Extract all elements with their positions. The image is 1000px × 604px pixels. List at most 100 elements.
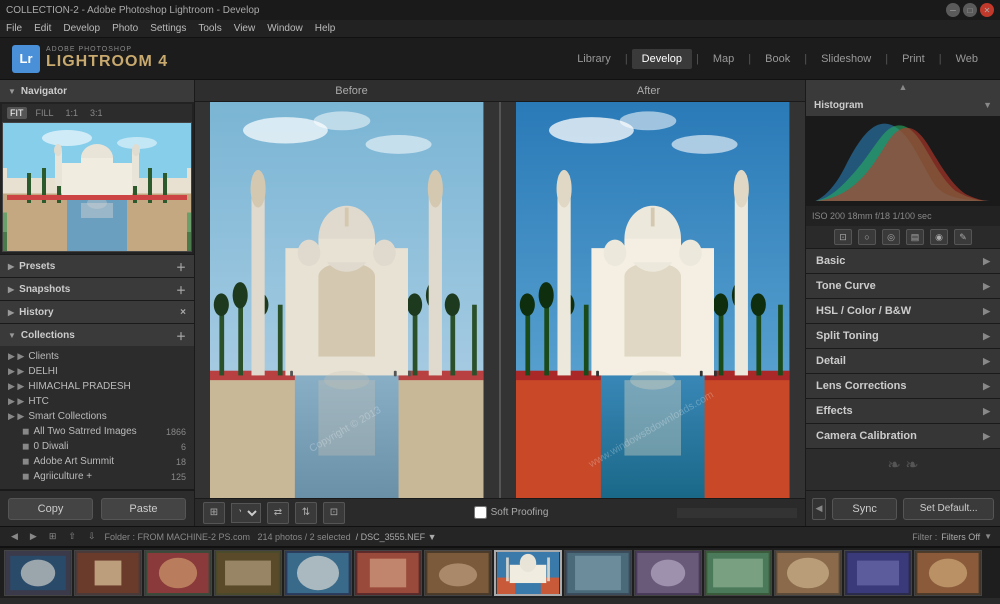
filter-value[interactable]: Filters Off <box>941 532 980 542</box>
film-thumb-6[interactable] <box>354 550 422 596</box>
collection-item-smart[interactable]: ▶ ▶ Smart Collections <box>0 409 194 424</box>
tab-library[interactable]: Library <box>567 49 621 69</box>
crop-overlay-button[interactable]: ⊡ <box>323 502 345 524</box>
history-section: ▶ History × <box>0 301 194 324</box>
effects-header[interactable]: Effects ▶ <box>806 399 1000 423</box>
tab-book[interactable]: Book <box>755 49 800 69</box>
navigator-header[interactable]: ▼ Navigator <box>0 80 194 102</box>
film-thumb-12[interactable] <box>774 550 842 596</box>
collection-item-htc[interactable]: ▶ ▶ HTC <box>0 394 194 409</box>
filmstrip-up[interactable]: ⇧ <box>65 530 79 543</box>
red-eye-tool[interactable]: ◎ <box>882 229 900 245</box>
filter-expand[interactable]: ▼ <box>984 532 992 541</box>
history-close-button[interactable]: × <box>180 307 186 318</box>
menu-window[interactable]: Window <box>267 23 303 34</box>
menu-photo[interactable]: Photo <box>112 23 138 34</box>
tab-map[interactable]: Map <box>703 49 744 69</box>
soft-proofing-checkbox[interactable] <box>474 506 487 519</box>
menu-develop[interactable]: Develop <box>63 23 100 34</box>
collection-item-himachal[interactable]: ▶ ▶ HIMACHAL PRADESH <box>0 379 194 394</box>
maximize-button[interactable]: □ <box>963 3 977 17</box>
navigator-fit-bar: FIT FILL 1:1 3:1 <box>2 104 192 122</box>
tab-slideshow[interactable]: Slideshow <box>811 49 881 69</box>
sync-button[interactable]: Sync <box>832 498 897 520</box>
before-after-swap-button[interactable]: ⇄ <box>267 502 289 524</box>
collection-item-starred[interactable]: ◼ All Two Satrred Images 1866 <box>0 424 194 439</box>
spot-removal-tool[interactable]: ○ <box>858 229 876 245</box>
menu-view[interactable]: View <box>234 23 256 34</box>
lens-corrections-title: Lens Corrections <box>816 380 906 392</box>
snapshots-add-button[interactable]: ＋ <box>176 282 186 297</box>
paste-button[interactable]: Paste <box>101 498 186 520</box>
tab-print[interactable]: Print <box>892 49 935 69</box>
fit-option-3-1[interactable]: 3:1 <box>87 107 106 119</box>
collection-item-agriculture[interactable]: ◼ Agriiculture + 125 <box>0 469 194 484</box>
camera-calibration-header[interactable]: Camera Calibration ▶ <box>806 424 1000 448</box>
menu-help[interactable]: Help <box>315 23 336 34</box>
split-toning-header[interactable]: Split Toning ▶ <box>806 324 1000 348</box>
brand-name: LIGHTROOM 4 <box>46 53 168 71</box>
ba-view-select[interactable]: Y|Y Y/Y <box>231 503 261 523</box>
collection-item-adobe-art[interactable]: ◼ Adobe Art Summit 18 <box>0 454 194 469</box>
fit-option-fit[interactable]: FIT <box>7 107 27 119</box>
adjustment-brush-tool[interactable]: ✎ <box>954 229 972 245</box>
menu-edit[interactable]: Edit <box>34 23 51 34</box>
collections-content: ▶ ▶ Clients ▶ ▶ DELHI ▶ ▶ HIMACHAL PRADE… <box>0 346 194 489</box>
lens-corrections-header[interactable]: Lens Corrections ▶ <box>806 374 1000 398</box>
basic-header[interactable]: Basic ▶ <box>806 249 1000 273</box>
collections-header[interactable]: ▼ Collections ＋ <box>0 324 194 346</box>
histogram-expand[interactable]: ▼ <box>983 100 992 110</box>
presets-add-button[interactable]: ＋ <box>176 259 186 274</box>
collections-add-button[interactable]: ＋ <box>176 328 186 343</box>
film-thumb-1[interactable] <box>4 550 72 596</box>
film-thumb-11[interactable] <box>704 550 772 596</box>
menu-tools[interactable]: Tools <box>198 23 221 34</box>
filmstrip-filename[interactable]: / DSC_3555.NEF ▼ <box>356 532 437 542</box>
film-thumb-2[interactable] <box>74 550 142 596</box>
presets-header[interactable]: ▶ Presets ＋ <box>0 255 194 277</box>
filmstrip-grid-view[interactable]: ⊞ <box>46 530 60 543</box>
close-button[interactable]: ✕ <box>980 3 994 17</box>
menu-file[interactable]: File <box>6 23 22 34</box>
film-thumb-3[interactable] <box>144 550 212 596</box>
film-thumb-8-active[interactable] <box>494 550 562 596</box>
filmstrip-down[interactable]: ⇩ <box>85 530 99 543</box>
set-default-button[interactable]: Set Default... <box>903 498 994 520</box>
snapshots-header[interactable]: ▶ Snapshots ＋ <box>0 278 194 300</box>
film-thumb-9[interactable] <box>564 550 632 596</box>
zoom-fit-button[interactable]: ⊞ <box>203 502 225 524</box>
right-panel-top-arrow[interactable]: ▲ <box>806 80 1000 94</box>
collection-item-diwali[interactable]: ◼ 0 Diwali 6 <box>0 439 194 454</box>
menu-settings[interactable]: Settings <box>150 23 186 34</box>
collections-arrow: ▼ <box>8 331 16 340</box>
film-thumb-5[interactable] <box>284 550 352 596</box>
before-after-copy-button[interactable]: ⇅ <box>295 502 317 524</box>
histogram-header[interactable]: Histogram ▼ <box>806 94 1000 116</box>
film-thumb-14[interactable] <box>914 550 982 596</box>
history-header[interactable]: ▶ History × <box>0 301 194 323</box>
collection-item-delhi[interactable]: ▶ ▶ DELHI <box>0 364 194 379</box>
detail-section: Detail ▶ <box>806 349 1000 374</box>
folder-icon: ▶ ▶ <box>8 381 24 392</box>
fit-option-fill[interactable]: FILL <box>33 107 57 119</box>
tone-curve-header[interactable]: Tone Curve ▶ <box>806 274 1000 298</box>
film-thumb-7[interactable] <box>424 550 492 596</box>
effects-arrow: ▶ <box>983 406 990 417</box>
tab-develop[interactable]: Develop <box>632 49 692 69</box>
minimize-button[interactable]: ─ <box>946 3 960 17</box>
graduated-filter-tool[interactable]: ▤ <box>906 229 924 245</box>
filmstrip-nav-next[interactable]: ▶ <box>27 530 40 543</box>
panel-toggle-button[interactable]: ◀ <box>812 498 826 520</box>
film-thumb-13[interactable] <box>844 550 912 596</box>
detail-header[interactable]: Detail ▶ <box>806 349 1000 373</box>
filmstrip-nav-prev[interactable]: ◀ <box>8 530 21 543</box>
film-thumb-10[interactable] <box>634 550 702 596</box>
copy-button[interactable]: Copy <box>8 498 93 520</box>
collection-item-clients[interactable]: ▶ ▶ Clients <box>0 349 194 364</box>
fit-option-1-1[interactable]: 1:1 <box>63 107 82 119</box>
radial-filter-tool[interactable]: ◉ <box>930 229 948 245</box>
tab-web[interactable]: Web <box>946 49 988 69</box>
film-thumb-4[interactable] <box>214 550 282 596</box>
hsl-header[interactable]: HSL / Color / B&W ▶ <box>806 299 1000 323</box>
crop-tool[interactable]: ⊡ <box>834 229 852 245</box>
